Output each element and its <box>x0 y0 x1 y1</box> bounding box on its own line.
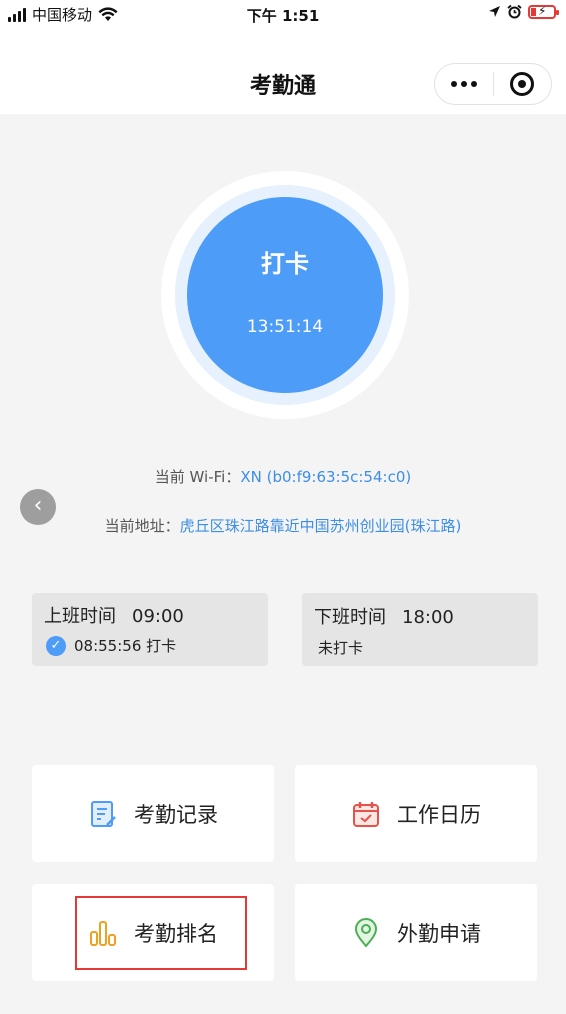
address-value: 虎丘区珠江路靠近中国苏州创业园(珠江路) <box>179 517 462 535</box>
back-button[interactable]: ‹ <box>20 489 56 525</box>
clock-out-status: 未打卡 <box>318 637 363 658</box>
field-work-request-button[interactable]: 外勤申请 <box>295 884 537 981</box>
check-icon: ✓ <box>46 635 66 656</box>
clock-out-card: 下班时间 18:00 未打卡 <box>302 593 538 666</box>
clock-in-title: 上班时间 <box>44 606 116 627</box>
clock-in-card: 上班时间 09:00 ✓ 08:55:56 打卡 <box>32 593 268 666</box>
clock-in-status-text: 08:55:56 打卡 <box>74 637 177 655</box>
close-button[interactable] <box>494 72 552 96</box>
punch-label: 打卡 <box>261 250 309 278</box>
clock-out-header: 下班时间 18:00 <box>314 603 454 629</box>
battery-icon: ⚡ <box>528 4 559 19</box>
nav-bar: 考勤通 <box>0 30 566 114</box>
clock-in-header: 上班时间 09:00 <box>44 602 184 628</box>
location-icon <box>354 917 378 948</box>
wifi-label: 当前 Wi-Fi： <box>154 468 241 486</box>
attendance-record-label: 考勤记录 <box>134 802 218 827</box>
clock-in-time: 09:00 <box>132 606 184 627</box>
clock-out-time: 18:00 <box>402 607 454 628</box>
work-calendar-label: 工作日历 <box>397 802 481 827</box>
alarm-icon <box>507 4 522 19</box>
more-dot-icon <box>470 81 477 87</box>
address-info: 当前地址：虎丘区珠江路靠近中国苏州创业园(珠江路) <box>0 515 566 536</box>
wifi-info: 当前 Wi-Fi：XN (b0:f9:63:5c:54:c0) <box>0 466 566 487</box>
attendance-record-button[interactable]: 考勤记录 <box>32 765 274 862</box>
more-dot-icon <box>450 81 457 87</box>
miniprogram-capsule <box>434 63 552 105</box>
chevron-left-icon: ‹ <box>33 493 43 518</box>
calendar-icon <box>353 801 379 827</box>
punch-button[interactable]: 打卡 13:51:14 <box>187 197 383 393</box>
target-icon <box>510 72 535 96</box>
ranking-highlight-box <box>75 896 247 970</box>
more-button[interactable] <box>435 81 493 87</box>
status-right: ⚡ <box>488 4 559 19</box>
status-bar: 中国移动 下午 1:51 ⚡ <box>0 0 566 30</box>
punch-clock: 13:51:14 <box>246 317 324 337</box>
location-arrow-icon <box>489 6 500 17</box>
record-icon <box>91 800 116 827</box>
clock-out-title: 下班时间 <box>314 607 386 628</box>
work-calendar-button[interactable]: 工作日历 <box>295 765 537 862</box>
status-time: 下午 1:51 <box>246 7 320 25</box>
field-work-request-label: 外勤申请 <box>397 921 481 946</box>
more-dot-icon <box>460 81 467 87</box>
clock-in-status: ✓ 08:55:56 打卡 <box>46 635 176 656</box>
address-label: 当前地址： <box>104 517 180 535</box>
clock-out-status-text: 未打卡 <box>318 639 364 657</box>
wifi-value: XN (b0:f9:63:5c:54:c0) <box>240 468 412 486</box>
